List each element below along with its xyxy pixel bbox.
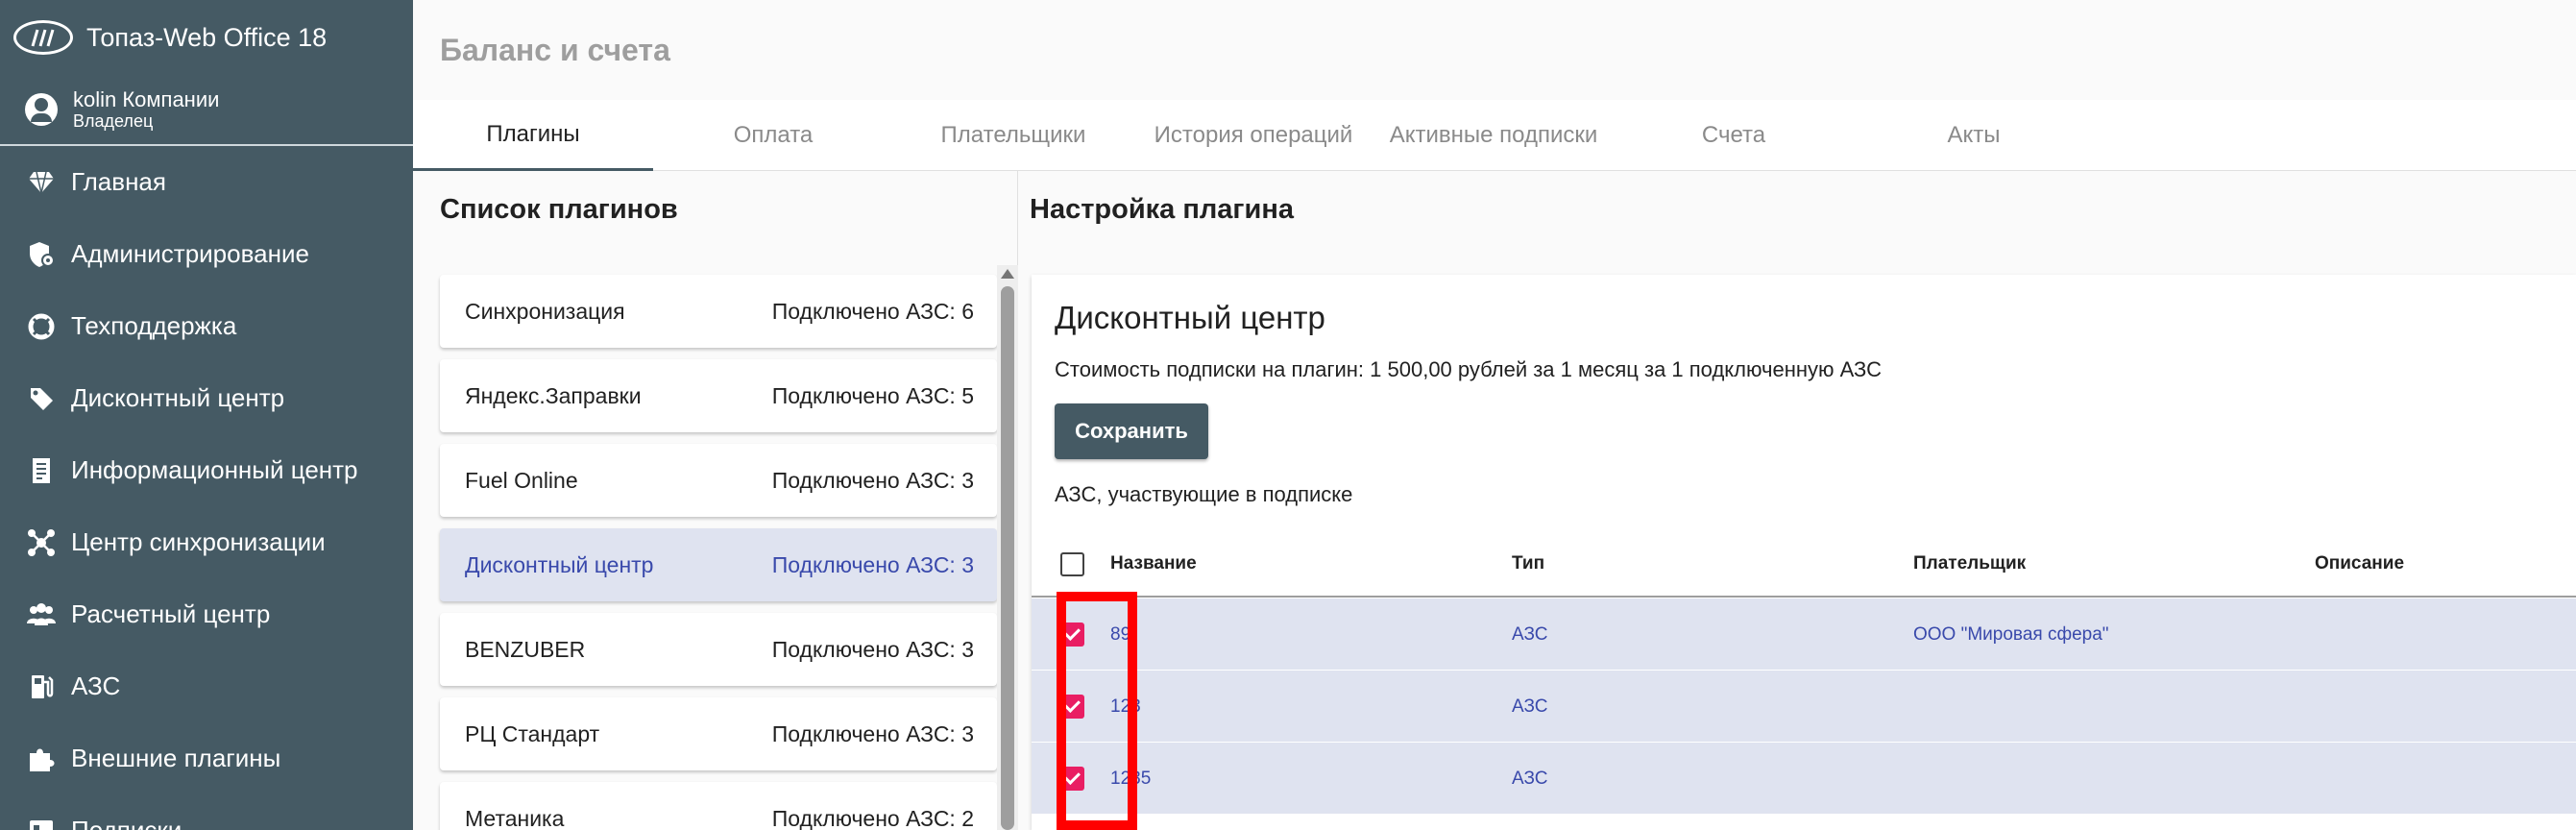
plugin-card[interactable]: BENZUBER Подключено АЗС: 3 [440,613,997,686]
column-header-description[interactable]: Описание [2315,530,2404,598]
plugin-status: Подключено АЗС: 3 [771,551,974,577]
stations-section-label: АЗС, участвующие в подписке [1055,482,1353,506]
tab-active-subscriptions[interactable]: Активные подписки [1373,100,1614,171]
sidebar-item-external-plugins[interactable]: Внешние плагины [0,722,413,794]
lifebuoy-icon [25,310,58,343]
sidebar-item-label: Техподдержка [71,311,237,340]
column-header-name[interactable]: Название [1110,530,1197,598]
plugin-name: Синхронизация [465,298,625,324]
plugin-settings-title: Настройка плагина [1030,194,1294,225]
sidebar-item-main[interactable]: Главная [0,146,413,218]
plugin-card[interactable]: Синхронизация Подключено АЗС: 6 [440,275,997,348]
tab-bar: Плагины Оплата Плательщики История опера… [413,100,2576,171]
puzzle-icon [25,743,58,775]
column-header-payer[interactable]: Плательщик [1913,530,2026,598]
sidebar-item-discount-center[interactable]: Дисконтный центр [0,362,413,434]
plugin-name: Дисконтный центр [465,551,654,577]
sidebar-item-label: Центр синхронизации [71,527,326,556]
plugin-card[interactable]: Яндекс.Заправки Подключено АЗС: 5 [440,359,997,432]
tag-icon [25,382,58,415]
sidebar-item-label: Внешние плагины [71,744,281,772]
main-content: Баланс и счета Плагины Оплата Плательщик… [413,0,2576,830]
sidebar-item-settlement-center[interactable]: Расчетный центр [0,578,413,650]
tab-history[interactable]: История операций [1133,100,1373,171]
sidebar-item-administration[interactable]: Администрирование [0,218,413,290]
tab-plugins[interactable]: Плагины [413,100,653,171]
plugin-status: Подключено АЗС: 2 [771,805,974,830]
user-name: kolin Компании [73,87,220,111]
people-icon [25,598,58,631]
sidebar-item-label: АЗС [71,671,121,700]
plugin-card[interactable]: РЦ Стандарт Подключено АЗС: 3 [440,697,997,770]
plugin-name: Яндекс.Заправки [465,382,642,408]
sidebar-nav: Главная Администрирование Техподдержка Д… [0,146,413,830]
sidebar-item-label: Информационный центр [71,455,358,484]
topaz-logo-icon [13,20,73,55]
sidebar-item-subscriptions[interactable]: Подписки [0,794,413,830]
admin-shield-icon [25,238,58,271]
sidebar-item-info-center[interactable]: Информационный центр [0,434,413,506]
save-button[interactable]: Сохранить [1055,403,1208,459]
sidebar-item-sync-center[interactable]: Центр синхронизации [0,506,413,578]
plugin-status: Подключено АЗС: 3 [771,467,974,493]
sidebar: Топаз-Web Office 18 kolin Компании Владе… [0,0,413,830]
station-type: АЗС [1512,696,1548,717]
plugin-card-selected[interactable]: Дисконтный центр Подключено АЗС: 3 [440,528,997,601]
stations-table-header: Название Тип Плательщик Описание [1032,530,2576,598]
network-icon [25,526,58,559]
table-row[interactable]: 89 АЗС ООО "Мировая сфера" [1032,598,2576,671]
plugin-status: Подключено АЗС: 3 [771,636,974,662]
document-icon [25,454,58,487]
app-header[interactable]: Топаз-Web Office 18 [0,0,413,75]
station-type: АЗС [1512,768,1548,789]
plugin-settings-card: Дисконтный центр Стоимость подписки на п… [1032,275,2576,830]
table-row[interactable]: 1235 АЗС [1032,743,2576,815]
sidebar-item-label: Дисконтный центр [71,383,285,412]
plugin-name: Метаника [465,805,565,830]
plugin-name: Fuel Online [465,467,578,493]
plugin-card[interactable]: Метаника Подключено АЗС: 2 [440,782,997,830]
plugin-name: РЦ Стандарт [465,720,600,746]
sidebar-item-label: Администрирование [71,239,309,268]
plugin-list-title: Список плагинов [440,194,678,225]
selected-plugin-name: Дисконтный центр [1055,300,1325,335]
table-row[interactable]: 123 АЗС [1032,671,2576,743]
plugin-list-scrollbar[interactable] [997,265,1018,830]
column-header-type[interactable]: Тип [1512,530,1544,598]
plugin-status: Подключено АЗС: 5 [771,382,974,408]
sidebar-item-gas-stations[interactable]: АЗС [0,650,413,722]
user-role: Владелец [73,111,154,131]
diamond-icon [25,166,58,199]
plugin-list-panel: Список плагинов Синхронизация Подключено… [413,171,1018,830]
subscriptions-icon [25,815,58,830]
sidebar-item-label: Расчетный центр [71,599,271,628]
checkbox-highlight-annotation [1057,592,1137,830]
sidebar-item-support[interactable]: Техподдержка [0,290,413,362]
scrollbar-thumb[interactable] [1001,286,1014,830]
plugin-settings-panel: Настройка плагина Дисконтный центр Стоим… [1018,171,2576,830]
plugin-name: BENZUBER [465,636,586,662]
page-title: Баланс и счета [440,33,670,67]
station-type: АЗС [1512,623,1548,645]
tab-invoices[interactable]: Счета [1614,100,1854,171]
tab-payment[interactable]: Оплата [653,100,893,171]
scroll-up-icon[interactable] [1001,269,1014,279]
plugin-status: Подключено АЗС: 6 [771,298,974,324]
subscription-cost-text: Стоимость подписки на плагин: 1 500,00 р… [1055,357,1882,381]
plugin-status: Подключено АЗС: 3 [771,720,974,746]
select-all-checkbox[interactable] [1060,552,1084,576]
tab-acts[interactable]: Акты [1854,100,2094,171]
station-payer: ООО "Мировая сфера" [1913,623,2109,645]
sidebar-item-label: Подписки [71,816,182,830]
sidebar-item-label: Главная [71,167,166,196]
plugin-card[interactable]: Fuel Online Подключено АЗС: 3 [440,444,997,517]
fuel-pump-icon [25,671,58,703]
account-icon [25,93,58,126]
user-profile[interactable]: kolin Компании Владелец [0,75,413,146]
app-title: Топаз-Web Office 18 [86,22,328,52]
tab-payers[interactable]: Плательщики [893,100,1133,171]
